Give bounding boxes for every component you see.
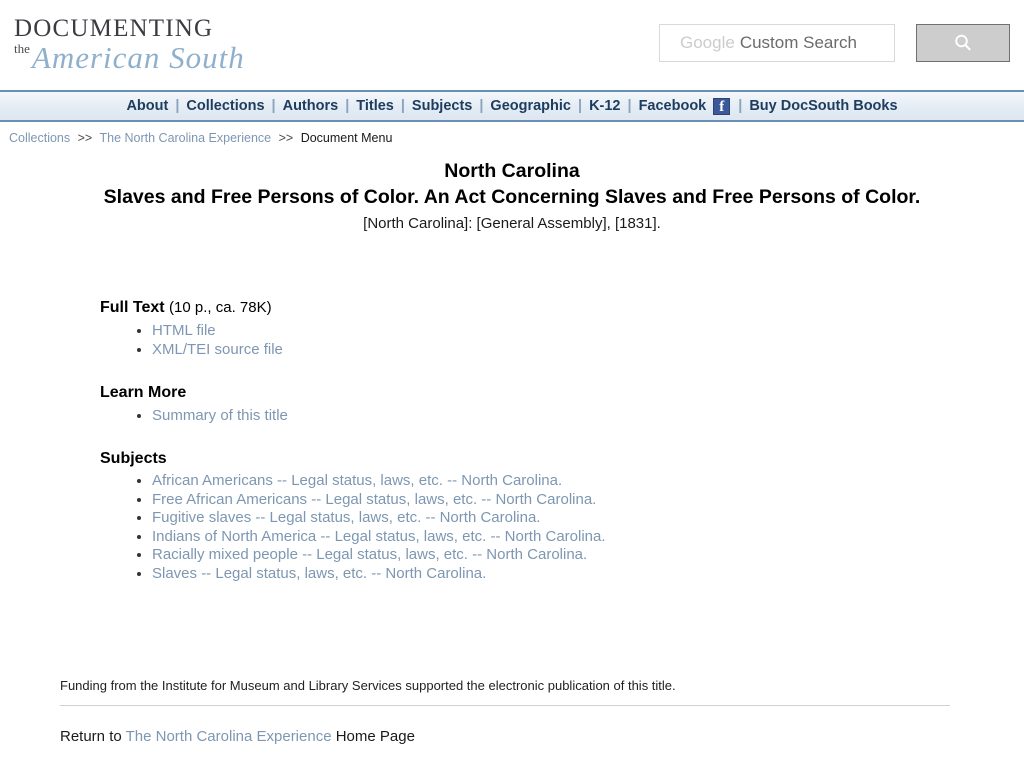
breadcrumb-item-nc-experience[interactable]: The North Carolina Experience xyxy=(99,131,271,145)
logo-script-text: American South xyxy=(31,40,245,75)
logo-the-text: the xyxy=(14,41,30,56)
breadcrumb: Collections >> The North Carolina Experi… xyxy=(0,122,1024,145)
nav-item-k12[interactable]: K-12 xyxy=(589,98,620,114)
list-item: African Americans -- Legal status, laws,… xyxy=(152,472,1024,491)
list-item: Fugitive slaves -- Legal status, laws, e… xyxy=(152,509,1024,528)
logo-american-south-line: theAmerican South xyxy=(14,42,314,73)
nav-separator: | xyxy=(345,98,350,114)
nav-separator: | xyxy=(738,98,743,114)
nav-separator: | xyxy=(479,98,484,114)
search-input[interactable]: Google Custom Search xyxy=(659,24,895,62)
link-nc-experience-home[interactable]: The North Carolina Experience xyxy=(126,728,332,745)
full-text-detail: (10 p., ca. 78K) xyxy=(169,299,272,316)
section-subjects: Subjects African Americans -- Legal stat… xyxy=(100,450,1024,584)
list-item: XML/TEI source file xyxy=(152,340,1024,359)
site-logo[interactable]: DOCUMENTING theAmerican South xyxy=(14,16,314,74)
site-header: DOCUMENTING theAmerican South Google Cus… xyxy=(0,0,1024,90)
list-item: Indians of North America -- Legal status… xyxy=(152,528,1024,547)
footer-divider xyxy=(60,705,950,706)
link-summary-of-this-title[interactable]: Summary of this title xyxy=(152,407,288,424)
link-html-file[interactable]: HTML file xyxy=(152,322,216,339)
search-placeholder-text: Custom Search xyxy=(739,33,857,52)
section-full-text: Full Text (10 p., ca. 78K) HTML file XML… xyxy=(100,299,1024,359)
nav-item-titles[interactable]: Titles xyxy=(356,98,394,114)
return-prefix-label: Return to xyxy=(60,728,122,745)
return-suffix-label: Home Page xyxy=(335,728,415,745)
funding-statement: Funding from the Institute for Museum an… xyxy=(60,678,676,693)
link-subject-african-americans[interactable]: African Americans -- Legal status, laws,… xyxy=(152,472,562,489)
nav-item-about[interactable]: About xyxy=(126,98,168,114)
search-icon xyxy=(955,34,971,51)
nav-item-authors[interactable]: Authors xyxy=(283,98,339,114)
breadcrumb-item-collections[interactable]: Collections xyxy=(9,131,70,145)
nav-items-container: About | Collections | Authors | Titles |… xyxy=(126,97,898,115)
link-subject-indians-of-north-america[interactable]: Indians of North America -- Legal status… xyxy=(152,528,606,545)
search-area: Google Custom Search xyxy=(659,24,1010,62)
nav-separator: | xyxy=(175,98,180,114)
nav-item-subjects[interactable]: Subjects xyxy=(412,98,472,114)
full-text-heading-label: Full Text xyxy=(100,299,165,316)
logo-documenting-text: DOCUMENTING xyxy=(14,15,214,42)
list-item: Slaves -- Legal status, laws, etc. -- No… xyxy=(152,565,1024,584)
link-subject-racially-mixed-people[interactable]: Racially mixed people -- Legal status, l… xyxy=(152,546,587,563)
return-home-line: Return to The North Carolina Experience … xyxy=(0,728,1024,745)
nav-separator: | xyxy=(271,98,276,114)
nav-separator: | xyxy=(627,98,632,114)
page-footer: Funding from the Institute for Museum an… xyxy=(0,678,1024,745)
search-placeholder-brand: Google xyxy=(680,33,735,52)
breadcrumb-current-document-menu: Document Menu xyxy=(300,131,393,145)
full-text-link-list: HTML file XML/TEI source file xyxy=(100,321,1024,359)
list-item: HTML file xyxy=(152,321,1024,340)
section-heading-learn-more: Learn More xyxy=(100,384,187,401)
document-menu-content: Full Text (10 p., ca. 78K) HTML file XML… xyxy=(0,299,1024,584)
list-item: Summary of this title xyxy=(152,406,1024,425)
facebook-icon[interactable]: f xyxy=(713,97,731,115)
document-title-block: North Carolina Slaves and Free Persons o… xyxy=(0,158,1024,232)
link-subject-free-african-americans[interactable]: Free African Americans -- Legal status, … xyxy=(152,491,596,508)
search-button[interactable] xyxy=(916,24,1010,62)
breadcrumb-separator: >> xyxy=(77,131,93,145)
section-heading-full-text: Full Text (10 p., ca. 78K) xyxy=(100,299,1024,317)
learn-more-link-list: Summary of this title xyxy=(100,406,1024,425)
section-heading-subjects: Subjects xyxy=(100,450,167,467)
link-subject-slaves[interactable]: Slaves -- Legal status, laws, etc. -- No… xyxy=(152,565,486,582)
document-imprint: [North Carolina]: [General Assembly], [1… xyxy=(363,215,661,232)
nav-item-collections[interactable]: Collections xyxy=(186,98,264,114)
list-item: Free African Americans -- Legal status, … xyxy=(152,491,1024,510)
link-xml-tei-source-file[interactable]: XML/TEI source file xyxy=(152,341,283,358)
link-subject-fugitive-slaves[interactable]: Fugitive slaves -- Legal status, laws, e… xyxy=(152,509,540,526)
nav-separator: | xyxy=(400,98,405,114)
breadcrumb-separator: >> xyxy=(278,131,294,145)
list-item: Racially mixed people -- Legal status, l… xyxy=(152,546,1024,565)
nav-separator: | xyxy=(578,98,583,114)
subjects-link-list: African Americans -- Legal status, laws,… xyxy=(100,472,1024,584)
nav-item-geographic[interactable]: Geographic xyxy=(490,98,571,114)
page-title: North Carolina xyxy=(444,160,580,182)
nav-item-buy-docsouth-books[interactable]: Buy DocSouth Books xyxy=(749,98,897,114)
nav-item-facebook[interactable]: Facebook xyxy=(639,98,707,114)
document-title: Slaves and Free Persons of Color. An Act… xyxy=(103,186,921,208)
main-navigation: About | Collections | Authors | Titles |… xyxy=(0,90,1024,122)
section-learn-more: Learn More Summary of this title xyxy=(100,384,1024,425)
